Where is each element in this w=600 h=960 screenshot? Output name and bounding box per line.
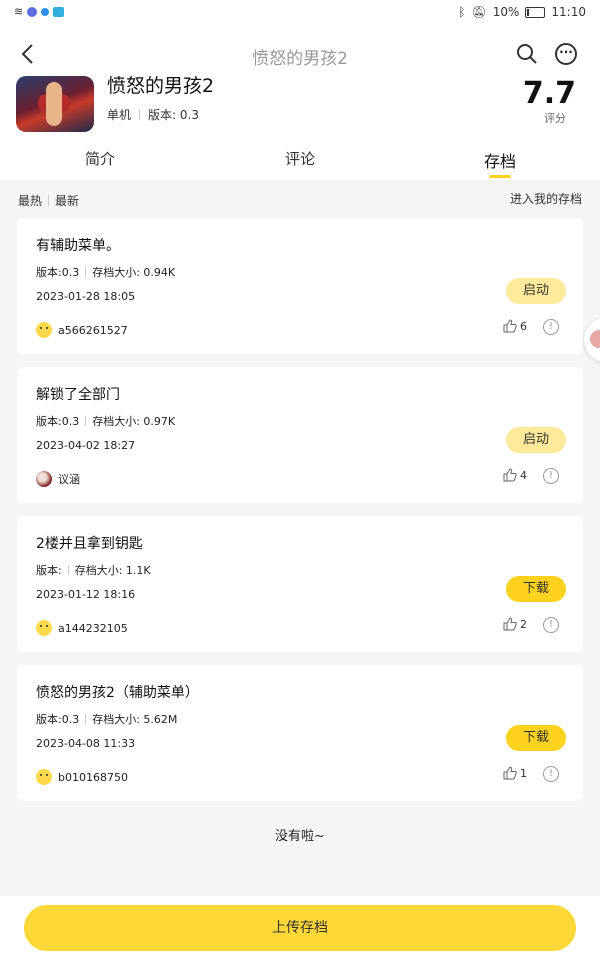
save-title: 愤怒的男孩2（辅助菜单） xyxy=(36,685,199,701)
app-notification-icon xyxy=(53,6,65,17)
assistant-icon xyxy=(590,330,600,348)
save-meta: 版本:0.3 存档大小: 5.62M xyxy=(36,711,177,727)
download-button[interactable]: 下载 xyxy=(506,725,566,751)
save-meta: 版本:0.3 存档大小: 0.94K xyxy=(36,264,175,280)
end-of-list-text: 没有啦~ xyxy=(275,829,325,844)
save-version: 版本: xyxy=(36,564,62,577)
game-meta: 单机 版本: 0.3 xyxy=(107,106,199,123)
save-card[interactable]: 解锁了全部门 版本:0.3 存档大小: 0.97K 2023-04-02 18:2… xyxy=(17,367,583,503)
save-card[interactable]: 2楼并且拿到钥匙 版本: 存档大小: 1.1K 2023-01-12 18:16 … xyxy=(17,516,583,652)
like-count: 6 xyxy=(520,319,527,333)
save-meta: 版本: 存档大小: 1.1K xyxy=(36,562,151,578)
my-saves-link[interactable]: 进入我的存档 xyxy=(510,190,582,207)
save-card[interactable]: 有辅助菜单。 版本:0.3 存档大小: 0.94K 2023-01-28 18:0… xyxy=(17,218,583,354)
game-mode: 单机 xyxy=(107,108,132,122)
like-count: 4 xyxy=(520,468,527,482)
footer-bar: 上传存档 xyxy=(0,896,600,960)
search-icon[interactable] xyxy=(516,43,538,65)
app-notification-icon xyxy=(41,7,50,16)
bluetooth-icon: ᛒ xyxy=(458,5,466,19)
battery-percentage: 10% xyxy=(492,5,520,19)
tab-bar: 简介 评论 存档 xyxy=(0,148,600,180)
save-author[interactable]: 议涵 xyxy=(36,471,80,487)
save-date: 2023-04-08 11:33 xyxy=(36,737,136,750)
floating-assistant-button[interactable] xyxy=(584,318,600,362)
like-count: 1 xyxy=(520,766,527,780)
system-icons: ᛒ 🔕︎ 10% 11:10 xyxy=(458,5,586,19)
author-name: 议涵 xyxy=(58,473,80,486)
wifi-icon: ≋ xyxy=(14,5,24,18)
save-date: 2023-01-12 18:16 xyxy=(36,588,136,601)
thumbs-up-icon xyxy=(503,319,517,333)
thumbs-up-icon xyxy=(503,468,517,482)
author-name: a566261527 xyxy=(58,323,128,337)
save-date: 2023-04-02 18:27 xyxy=(36,439,136,452)
app-notification-icon xyxy=(27,6,38,17)
like-button[interactable]: 4 xyxy=(503,468,527,482)
avatar xyxy=(36,322,52,338)
save-title: 有辅助菜单。 xyxy=(36,238,120,254)
save-author[interactable]: a144232105 xyxy=(36,620,128,636)
like-button[interactable]: 2 xyxy=(503,617,527,631)
game-header: 愤怒的男孩2 ··· 愤怒的男孩2 单机 版本: 0.3 7.7 评分 简介 评… xyxy=(0,26,600,180)
avatar xyxy=(36,471,52,487)
tab-label: 评论 xyxy=(284,150,315,168)
game-cover-image xyxy=(16,76,94,132)
filter-bar: 最热 最新 进入我的存档 xyxy=(0,180,600,214)
report-icon[interactable]: ! xyxy=(543,617,559,633)
save-size: 存档大小: 5.62M xyxy=(92,713,178,726)
save-title: 解锁了全部门 xyxy=(36,387,120,403)
report-icon[interactable]: ! xyxy=(543,468,559,484)
game-score: 7.7 xyxy=(522,76,576,111)
upload-save-button[interactable]: 上传存档 xyxy=(24,905,576,951)
score-label: 评分 xyxy=(544,112,566,125)
save-size: 存档大小: 0.97K xyxy=(92,415,176,428)
tab-label: 存档 xyxy=(483,152,516,171)
thumbs-up-icon xyxy=(503,617,517,631)
launch-button[interactable]: 启动 xyxy=(506,427,566,453)
more-icon[interactable]: ··· xyxy=(555,43,577,65)
report-icon[interactable]: ! xyxy=(543,319,559,335)
save-size: 存档大小: 1.1K xyxy=(74,564,151,577)
tab-saves[interactable]: 存档 xyxy=(400,148,600,180)
sort-hot-button[interactable]: 最热 xyxy=(18,192,42,209)
save-version: 版本:0.3 xyxy=(36,266,80,279)
mute-icon: 🔕︎ xyxy=(471,5,487,19)
clock: 11:10 xyxy=(551,5,586,19)
avatar xyxy=(36,620,52,636)
save-author[interactable]: a566261527 xyxy=(36,322,128,338)
thumbs-up-icon xyxy=(503,766,517,780)
like-button[interactable]: 6 xyxy=(503,319,527,333)
active-tab-indicator xyxy=(489,175,511,178)
save-date: 2023-01-28 18:05 xyxy=(36,290,136,303)
game-version: 版本: 0.3 xyxy=(148,108,199,122)
tab-intro[interactable]: 简介 xyxy=(0,148,200,180)
report-icon[interactable]: ! xyxy=(543,766,559,782)
save-size: 存档大小: 0.94K xyxy=(92,266,176,279)
game-title: 愤怒的男孩2 xyxy=(107,75,215,97)
download-button[interactable]: 下载 xyxy=(506,576,566,602)
status-bar: ≋ ᛒ 🔕︎ 10% 11:10 xyxy=(0,0,600,26)
like-button[interactable]: 1 xyxy=(503,766,527,780)
notification-icons: ≋ xyxy=(14,5,65,18)
sort-new-button[interactable]: 最新 xyxy=(55,192,79,209)
like-count: 2 xyxy=(520,617,527,631)
save-title: 2楼并且拿到钥匙 xyxy=(36,536,143,552)
page-title: 愤怒的男孩2 xyxy=(252,49,348,69)
tab-label: 简介 xyxy=(84,150,115,168)
save-card[interactable]: 愤怒的男孩2（辅助菜单） 版本:0.3 存档大小: 5.62M 2023-04-0… xyxy=(17,665,583,801)
save-version: 版本:0.3 xyxy=(36,713,80,726)
save-meta: 版本:0.3 存档大小: 0.97K xyxy=(36,413,175,429)
tab-comments[interactable]: 评论 xyxy=(200,148,400,180)
save-version: 版本:0.3 xyxy=(36,415,80,428)
author-name: b010168750 xyxy=(58,770,128,784)
author-name: a144232105 xyxy=(58,621,128,635)
avatar xyxy=(36,769,52,785)
launch-button[interactable]: 启动 xyxy=(506,278,566,304)
battery-icon xyxy=(525,6,546,18)
save-author[interactable]: b010168750 xyxy=(36,769,128,785)
